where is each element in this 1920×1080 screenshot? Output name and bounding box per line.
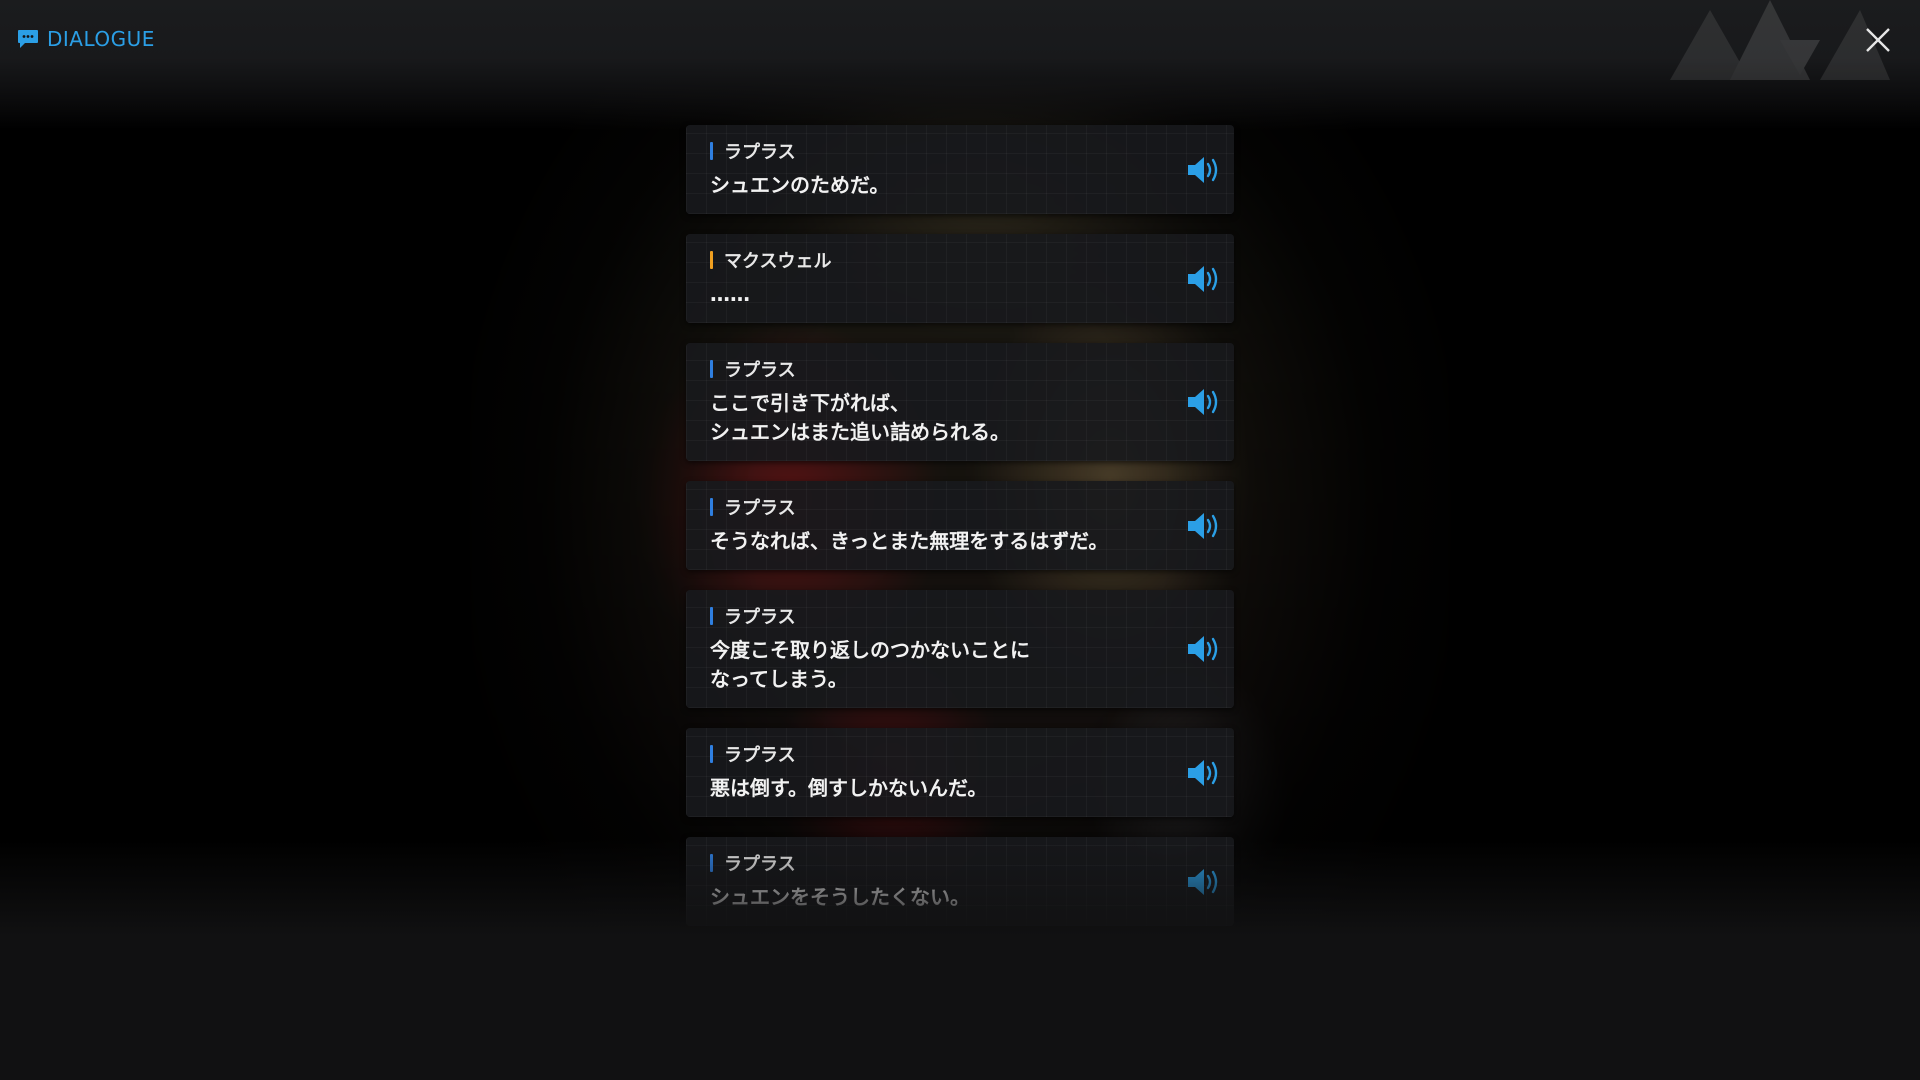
dialogue-log-screen: DIALOGUE ラプラス シュエンのためだ。 マクスウェル…… ラプラス ここで引き下… <box>0 0 1920 1080</box>
speaker-icon <box>1188 389 1218 415</box>
play-voice-button[interactable] <box>1186 264 1222 294</box>
bottom-fade <box>0 840 1920 1080</box>
speaker-name-text: ラプラス <box>724 498 796 519</box>
dialogue-text: 今度こそ取り返しのつかないことに なってしまう。 <box>710 638 1030 691</box>
speaker-name: ラプラス <box>710 742 1154 766</box>
speaker-name: ラプラス <box>710 139 1154 163</box>
speaker-name: ラプラス <box>710 357 1154 381</box>
speaker-name-text: ラプラス <box>724 360 796 381</box>
page-title-text: DIALOGUE <box>47 27 155 51</box>
dialogue-entry: ラプラスシュエンのためだ。 <box>686 125 1234 214</box>
speaker-icon <box>1188 512 1218 539</box>
speaker-name-text: ラプラス <box>724 142 796 163</box>
dialogue-entry: マクスウェル …… <box>686 234 1234 323</box>
chat-bubble-icon <box>18 30 38 48</box>
play-voice-button[interactable] <box>1186 387 1222 417</box>
speaker-color-bar <box>710 142 713 160</box>
dialogue-entry: ラプラスそうなれば、きっとまた無理をするはずだ。 <box>686 481 1234 570</box>
dialogue-entry: ラプラス今度こそ取り返しのつかないことに なってしまう。 <box>686 590 1234 708</box>
speaker-name-text: マクスウェル <box>724 251 832 272</box>
speaker-icon <box>1188 265 1218 292</box>
dialogue-entry: ラプラス悪は倒す。倒すしかないんだ。 <box>686 728 1234 817</box>
speaker-color-bar <box>710 360 713 378</box>
dialogue-text: シュエンのためだ。 <box>710 173 890 197</box>
play-voice-button[interactable] <box>1186 511 1222 541</box>
header-bar <box>0 0 1920 130</box>
play-voice-button[interactable] <box>1186 155 1222 185</box>
speaker-name: ラプラス <box>710 604 1154 628</box>
dialogue-text: ここで引き下がれば、 シュエンはまた追い詰められる。 <box>710 391 1010 444</box>
speaker-color-bar <box>710 745 713 763</box>
close-button[interactable] <box>1862 24 1894 56</box>
dialogue-text: …… <box>710 282 750 306</box>
speaker-icon <box>1188 759 1218 786</box>
dialogue-text: そうなれば、きっとまた無理をするはずだ。 <box>710 529 1109 553</box>
dialogue-entry: ラプラスここで引き下がれば、 シュエンはまた追い詰められる。 <box>686 343 1234 461</box>
speaker-icon <box>1188 156 1218 183</box>
dialogue-text: 悪は倒す。倒すしかないんだ。 <box>710 776 988 800</box>
play-voice-button[interactable] <box>1186 758 1222 788</box>
speaker-name-text: ラプラス <box>724 607 796 628</box>
speaker-name: ラプラス <box>710 495 1154 519</box>
speaker-color-bar <box>710 498 713 516</box>
speaker-color-bar <box>710 251 713 269</box>
play-voice-button[interactable] <box>1186 634 1222 664</box>
speaker-name-text: ラプラス <box>724 745 796 766</box>
page-title: DIALOGUE <box>17 27 155 51</box>
speaker-name: マクスウェル <box>710 248 1154 272</box>
corner-decoration <box>1670 0 1890 80</box>
speaker-color-bar <box>710 607 713 625</box>
speaker-icon <box>1188 636 1218 662</box>
close-icon <box>1866 28 1890 52</box>
